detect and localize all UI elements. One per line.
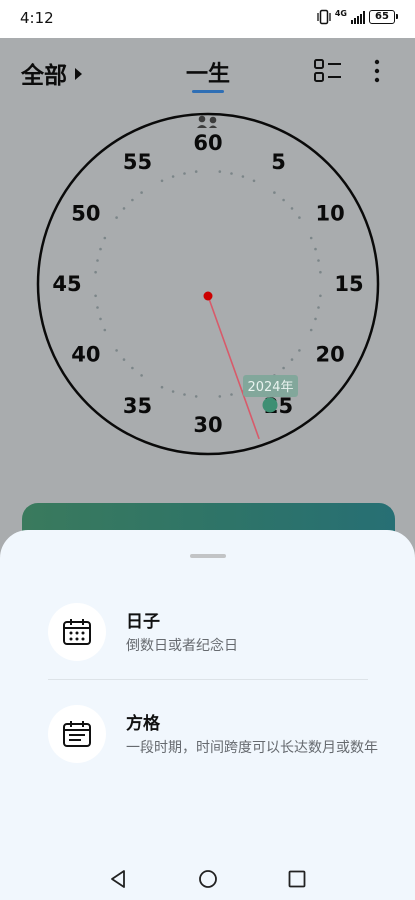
minute-tick — [99, 247, 102, 251]
tab-indicator — [192, 90, 224, 93]
minute-tick — [218, 395, 222, 398]
view-toggle-icon[interactable] — [313, 58, 343, 84]
clock-label-5: 5 — [271, 150, 286, 174]
minute-tick — [140, 191, 143, 194]
minute-tick — [115, 216, 118, 219]
battery-icon: 65 — [369, 10, 398, 24]
minute-tick — [298, 216, 301, 219]
minute-tick — [317, 306, 320, 309]
clock-label-55: 55 — [123, 150, 152, 174]
status-time: 4:12 — [20, 9, 54, 27]
option-day[interactable]: 日子 倒数日或者纪念日 — [48, 603, 378, 663]
clock-label-60: 60 — [193, 131, 222, 155]
minute-tick — [140, 374, 143, 377]
clock-label-10: 10 — [315, 202, 344, 226]
clock-label-50: 50 — [71, 202, 100, 226]
minute-tick — [96, 306, 99, 309]
minute-tick — [171, 175, 175, 178]
minute-ticks — [94, 170, 322, 398]
triangle-right-icon — [75, 68, 82, 80]
minute-tick — [122, 207, 126, 210]
minute-tick — [273, 191, 276, 194]
clock-labels: 60510152025303540455055 — [52, 131, 363, 437]
option-grid-desc: 一段时期，时间跨度可以长达数月或数年 — [126, 740, 378, 756]
minute-tick — [319, 294, 322, 298]
minute-tick — [309, 236, 313, 240]
calendar-icon — [48, 603, 106, 661]
tab-lifetime-label: 一生 — [186, 62, 231, 87]
network-type: 4G — [334, 9, 347, 18]
minute-tick — [194, 170, 198, 173]
minute-tick — [314, 247, 317, 251]
back-icon[interactable] — [108, 868, 130, 890]
minute-tick — [99, 317, 102, 321]
clock-face — [36, 112, 380, 456]
more-options-icon[interactable] — [368, 58, 386, 84]
minute-tick — [96, 259, 99, 262]
calendar-list-icon — [48, 705, 106, 763]
minute-tick — [230, 172, 233, 175]
option-day-desc: 倒数日或者纪念日 — [126, 638, 238, 654]
minute-tick — [94, 270, 97, 274]
minute-tick — [160, 385, 164, 389]
minute-tick — [282, 366, 285, 370]
minute-tick — [131, 198, 134, 202]
status-icons: 4G 65 — [317, 9, 398, 25]
divider — [48, 679, 368, 680]
minute-tick — [115, 349, 118, 352]
minute-tick — [183, 393, 186, 396]
life-clock: 60510152025303540455055 2024年 — [36, 112, 380, 456]
vibrate-icon — [317, 9, 331, 25]
navigation-bar — [0, 850, 415, 900]
minute-tick — [131, 366, 134, 370]
recents-icon[interactable] — [286, 868, 308, 890]
minute-tick — [241, 175, 245, 178]
minute-tick — [160, 179, 164, 183]
people-icon — [197, 115, 217, 128]
clock-label-15: 15 — [334, 272, 363, 296]
minute-tick — [282, 198, 285, 202]
signal-icon — [351, 10, 365, 24]
year-marker-label: 2024年 — [247, 380, 293, 395]
clock-label-35: 35 — [123, 394, 152, 418]
option-grid-title: 方格 — [126, 714, 160, 734]
minute-tick — [183, 172, 186, 175]
minute-tick — [230, 393, 233, 396]
app-header: 全部 一生 — [0, 38, 415, 102]
clock-label-30: 30 — [193, 413, 222, 437]
minute-tick — [252, 179, 256, 183]
clock-label-40: 40 — [71, 343, 100, 367]
status-bar: 4:12 4G 65 — [0, 0, 415, 38]
clock-label-20: 20 — [315, 343, 344, 367]
option-grid[interactable]: 方格 一段时期，时间跨度可以长达数月或数年 — [48, 705, 378, 771]
add-type-sheet: 日子 倒数日或者纪念日 方格 一段时期，时间跨度可以长达数月或数年 — [0, 530, 415, 900]
minute-tick — [171, 390, 175, 393]
minute-tick — [309, 328, 313, 332]
minute-tick — [290, 207, 294, 210]
tab-lifetime[interactable]: 一生 — [186, 56, 231, 93]
filter-dropdown[interactable]: 全部 — [21, 56, 82, 90]
minute-tick — [122, 358, 126, 361]
home-icon[interactable] — [197, 868, 219, 890]
clock-label-45: 45 — [52, 272, 81, 296]
minute-tick — [319, 270, 322, 274]
minute-tick — [103, 236, 107, 240]
minute-tick — [298, 349, 301, 352]
clock-center-dot — [203, 291, 213, 301]
minute-tick — [103, 328, 107, 332]
option-day-title: 日子 — [126, 612, 160, 632]
minute-tick — [317, 259, 320, 262]
minute-tick — [194, 395, 198, 398]
minute-tick — [290, 358, 294, 361]
filter-label: 全部 — [21, 63, 67, 89]
minute-tick — [314, 317, 317, 321]
minute-tick — [218, 170, 222, 173]
minute-tick — [94, 294, 97, 298]
sheet-handle[interactable] — [190, 554, 226, 558]
